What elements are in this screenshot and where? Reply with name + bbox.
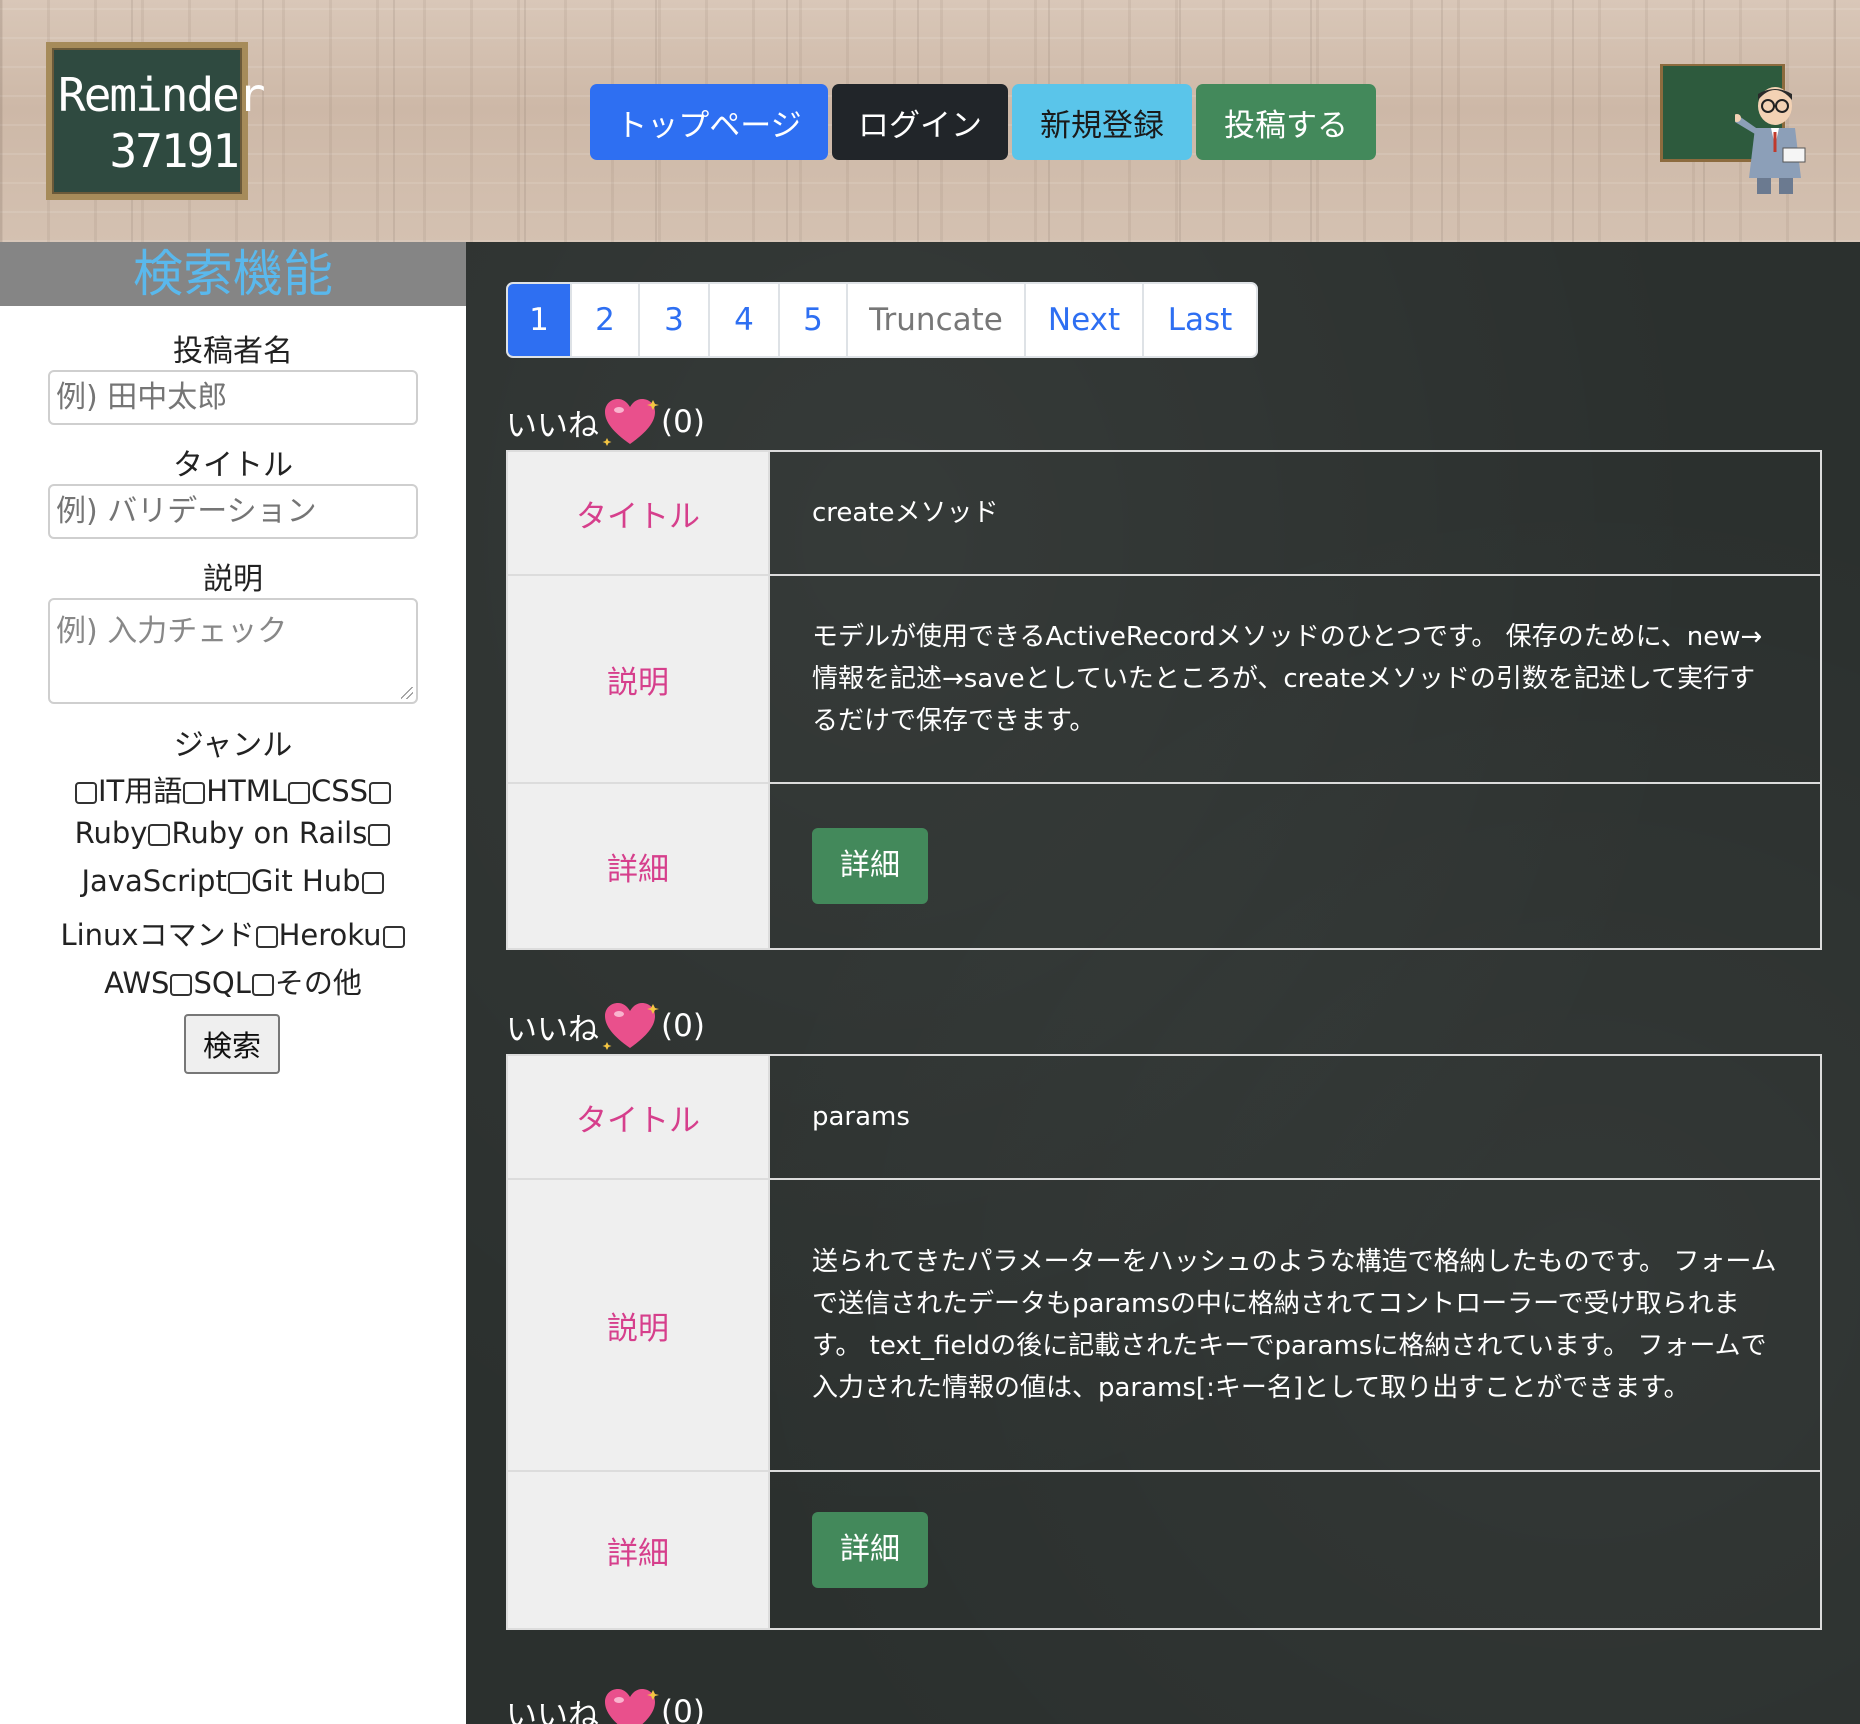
post-description: モデルが使用できるActiveRecordメソッドのひとつです。 保存のために、…: [812, 622, 1763, 736]
post-title: params: [812, 1102, 910, 1132]
genre-label-item: HTML: [206, 774, 287, 808]
sidebar-title: 検索機能: [0, 242, 466, 306]
genre-label-item: Heroku: [278, 918, 382, 952]
post-description-row: 説明 モデルが使用できるActiveRecordメソッドのひとつです。 保存のた…: [508, 576, 1820, 784]
site-logo[interactable]: Reminder 37191: [46, 42, 266, 200]
post-title: createメソッド: [812, 498, 999, 528]
post-card: タイトル createメソッド 説明 モデルが使用できるActiveRecord…: [506, 450, 1822, 950]
genre-label-item: AWS: [104, 966, 170, 1000]
description-label: 説明: [203, 562, 263, 597]
page-link-2[interactable]: 2: [572, 284, 640, 356]
post-title-row: タイトル createメソッド: [508, 452, 1820, 576]
like-count: (0): [661, 404, 705, 440]
genre-label-item: CSS: [310, 774, 369, 808]
genre-checkbox[interactable]: [255, 926, 278, 948]
page-link-1[interactable]: 1: [508, 284, 572, 356]
detail-button[interactable]: 詳細: [812, 828, 928, 904]
resize-handle-icon[interactable]: [401, 687, 413, 699]
post-title-row: タイトル params: [508, 1056, 1820, 1180]
page-next-link[interactable]: Next: [1026, 284, 1144, 356]
heart-icon[interactable]: [601, 396, 659, 448]
genre-checkbox[interactable]: [361, 872, 384, 894]
genre-label-item: Git Hub: [250, 864, 361, 898]
page-truncate: Truncate: [848, 284, 1026, 356]
genre-row: Linuxコマンド Heroku: [0, 912, 466, 954]
genre-label-item: JavaScript: [81, 864, 227, 898]
like-counter: いいね (0): [506, 396, 705, 448]
page-last-link[interactable]: Last: [1144, 284, 1256, 356]
search-button[interactable]: 検索: [184, 1014, 280, 1074]
new-post-button[interactable]: 投稿する: [1196, 84, 1376, 160]
like-label: いいね: [506, 1697, 599, 1724]
author-search-input[interactable]: [48, 370, 418, 425]
genre-label: ジャンル: [173, 728, 293, 763]
genre-row: Ruby Ruby on Rails: [0, 816, 466, 850]
site-header: Reminder 37191 トップページ ログイン 新規登録 投稿する: [0, 0, 1860, 242]
like-label: いいね: [506, 1011, 599, 1048]
detail-header-cell: 詳細: [508, 1472, 770, 1628]
genre-checkbox[interactable]: [183, 782, 206, 804]
description-header-cell: 説明: [508, 1180, 770, 1470]
genre-label-item: その他: [274, 966, 362, 1000]
genre-label-item: Linuxコマンド: [60, 918, 255, 952]
description-search-textarea[interactable]: 例) 入力チェック: [48, 598, 418, 704]
genre-checkbox[interactable]: [227, 872, 250, 894]
title-header-cell: タイトル: [508, 452, 770, 574]
post-card: タイトル params 説明 送られてきたパラメーターをハッシュのような構造で格…: [506, 1054, 1822, 1630]
logo-text-line1: Reminder: [58, 68, 266, 122]
detail-cell: 詳細: [772, 1472, 1820, 1628]
genre-label-item: IT用語: [97, 774, 183, 808]
description-header-cell: 説明: [508, 576, 770, 782]
heart-icon[interactable]: [601, 1000, 659, 1052]
title-search-input[interactable]: [48, 484, 418, 539]
genre-checkbox[interactable]: [382, 926, 405, 948]
author-label: 投稿者名: [173, 334, 293, 369]
page-link-5[interactable]: 5: [780, 284, 848, 356]
like-count: (0): [661, 1694, 705, 1724]
description-placeholder: 例) 入力チェック: [56, 614, 288, 649]
register-button[interactable]: 新規登録: [1012, 84, 1192, 160]
page-link-4[interactable]: 4: [710, 284, 780, 356]
pagination: 1 2 3 4 5 Truncate Next Last: [506, 282, 1258, 358]
login-button[interactable]: ログイン: [832, 84, 1008, 160]
post-description-row: 説明 送られてきたパラメーターをハッシュのような構造で格納したものです。 フォー…: [508, 1180, 1820, 1472]
detail-cell: 詳細: [772, 784, 1820, 948]
like-label: いいね: [506, 407, 599, 444]
genre-label-item: Ruby on Rails: [171, 816, 368, 850]
title-header-cell: タイトル: [508, 1056, 770, 1178]
like-count: (0): [661, 1008, 705, 1044]
search-sidebar: 検索機能 投稿者名 タイトル 説明 例) 入力チェック ジャンル IT用語 HTM…: [0, 242, 466, 1724]
detail-button[interactable]: 詳細: [812, 1512, 928, 1588]
genre-checkbox[interactable]: [287, 782, 310, 804]
genre-checkbox[interactable]: [369, 782, 392, 804]
genre-label-item: Ruby: [74, 816, 148, 850]
genre-row: JavaScript Git Hub: [0, 864, 466, 898]
genre-checkbox[interactable]: [368, 824, 391, 846]
post-detail-row: 詳細 詳細: [508, 784, 1820, 948]
title-label: タイトル: [173, 448, 293, 483]
post-list: 1 2 3 4 5 Truncate Next Last いいね (0) タイト…: [466, 242, 1860, 1724]
top-page-button[interactable]: トップページ: [590, 84, 828, 160]
logo-text-line2: 37191: [109, 124, 240, 178]
genre-checkbox[interactable]: [74, 782, 97, 804]
genre-checkbox[interactable]: [251, 974, 274, 996]
heart-icon[interactable]: [601, 1686, 659, 1724]
post-description: 送られてきたパラメーターをハッシュのような構造で格納したものです。 フォームで送…: [812, 1247, 1777, 1403]
like-counter: いいね (0): [506, 1686, 705, 1724]
genre-label-item: SQL: [193, 966, 251, 1000]
genre-row: AWS SQL その他: [0, 960, 466, 1002]
like-counter: いいね (0): [506, 1000, 705, 1052]
post-detail-row: 詳細 詳細: [508, 1472, 1820, 1628]
genre-checkbox[interactable]: [170, 974, 193, 996]
teacher-illustration: [1735, 87, 1806, 194]
page-link-3[interactable]: 3: [640, 284, 710, 356]
detail-header-cell: 詳細: [508, 784, 770, 948]
genre-row: IT用語 HTML CSS: [0, 768, 466, 810]
genre-checkbox[interactable]: [148, 824, 171, 846]
